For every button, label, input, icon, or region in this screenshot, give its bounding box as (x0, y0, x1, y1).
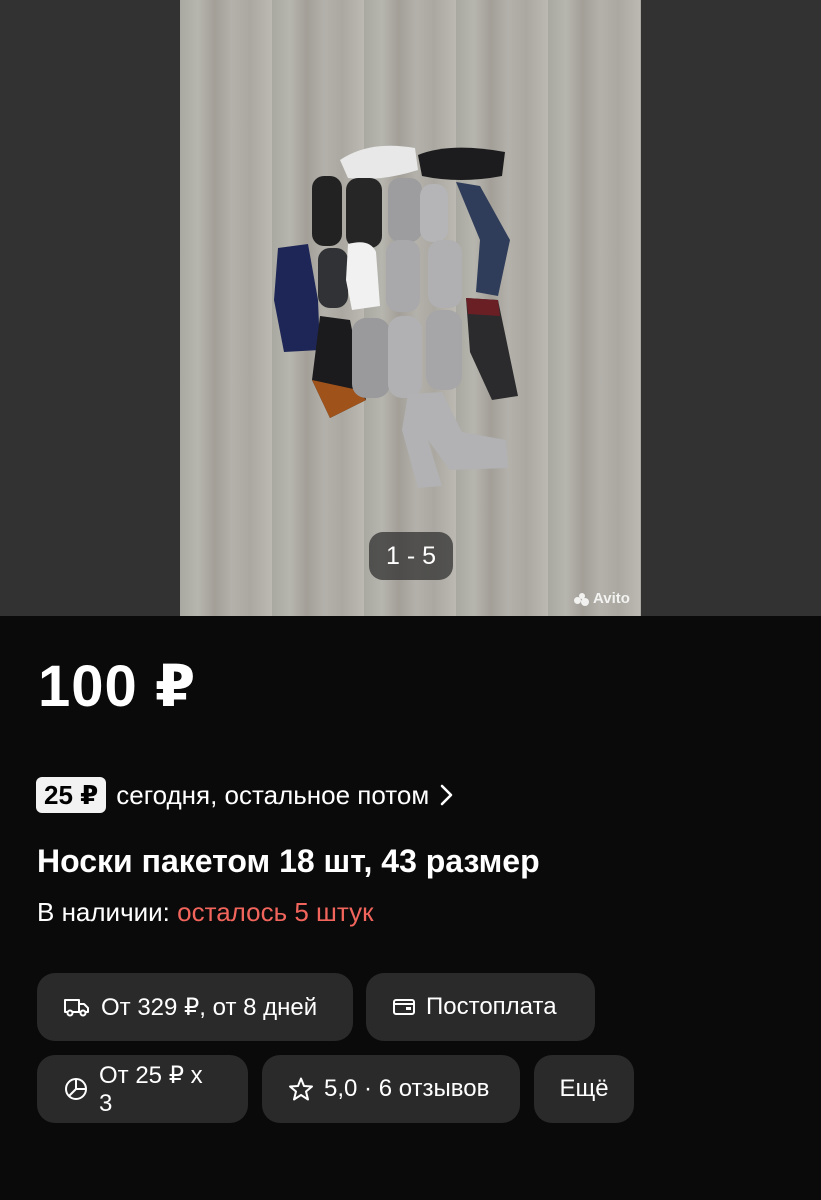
photo-counter: 1 - 5 (369, 532, 453, 580)
installment-badge: 25 ₽ (36, 777, 107, 813)
wallet-icon (393, 999, 415, 1015)
star-icon (289, 1077, 313, 1101)
truck-icon (64, 999, 89, 1017)
more-label: Ещё (559, 1075, 609, 1102)
split-payment-text: От 25 ₽ x 3 (99, 1061, 203, 1117)
payment-text: Постоплата (426, 993, 557, 1020)
split-payment-chip[interactable]: От 25 ₽ x 3 (37, 1055, 248, 1123)
payment-chip[interactable]: Постоплата (366, 973, 595, 1041)
photo-gallery[interactable]: 1 - 5 Avito (0, 0, 821, 616)
rating-text: 5,0 · 6 отзывов (324, 1075, 490, 1102)
stock-status: В наличии: осталось 5 штук (37, 897, 374, 928)
socks-illustration (274, 145, 518, 488)
avito-logo-icon (574, 592, 590, 606)
installment-offer[interactable]: 25 ₽ сегодня, остальное потом (36, 776, 455, 814)
delivery-chip[interactable]: От 329 ₽, от 8 дней (37, 973, 353, 1041)
chevron-right-icon (440, 784, 453, 806)
stock-warning: осталось 5 штук (177, 897, 374, 927)
listing-title: Носки пакетом 18 шт, 43 размер (37, 843, 540, 879)
avito-watermark: Avito (574, 590, 630, 607)
installment-text: сегодня, остальное потом (116, 779, 430, 810)
product-photo[interactable] (180, 0, 641, 616)
pie-chart-icon (65, 1078, 87, 1100)
price: 100 ₽ (38, 654, 197, 719)
stock-label: В наличии: (37, 897, 170, 927)
rating-chip[interactable]: 5,0 · 6 отзывов (262, 1055, 520, 1123)
watermark-text: Avito (593, 590, 630, 607)
more-button[interactable]: Ещё (534, 1055, 634, 1123)
delivery-text: От 329 ₽, от 8 дней (101, 993, 318, 1021)
